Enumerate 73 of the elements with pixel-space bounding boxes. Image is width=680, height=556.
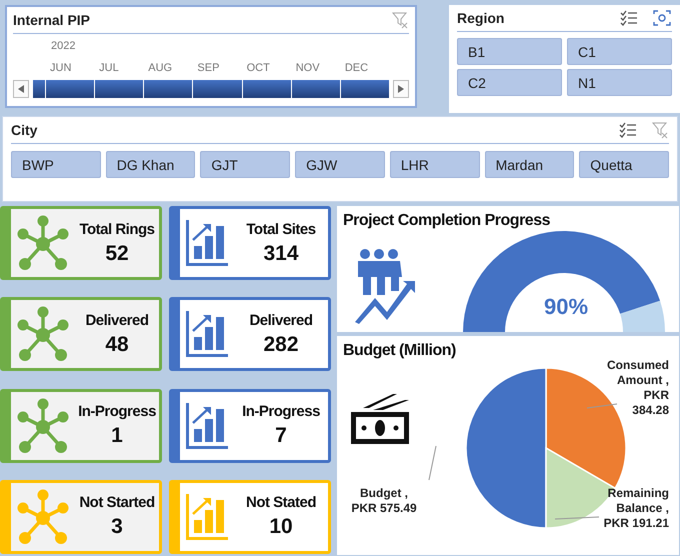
left-arrow-icon xyxy=(18,85,24,93)
scroll-right-button[interactable] xyxy=(393,80,409,98)
timeline-segment[interactable] xyxy=(46,80,94,98)
slicer-item[interactable]: GJT xyxy=(200,151,290,178)
panel-title: Region xyxy=(457,10,504,26)
slicer-item[interactable]: BWP xyxy=(11,151,101,178)
clear-filter-icon[interactable] xyxy=(391,11,409,29)
leader-line xyxy=(428,446,436,480)
kpi-label: Not Started xyxy=(79,494,155,512)
right-arrow-icon xyxy=(398,85,404,93)
kpi-value: 282 xyxy=(263,332,299,357)
growth-chart-icon xyxy=(184,309,230,360)
network-icon xyxy=(15,305,71,364)
team-growth-icon xyxy=(353,248,417,324)
clear-filter-icon[interactable] xyxy=(651,121,669,139)
kpi-label: Delivered xyxy=(249,312,313,329)
slice-label: Budget , PKR 575.49 xyxy=(350,486,418,516)
timeline-segment[interactable] xyxy=(144,80,192,98)
timeline-segment[interactable] xyxy=(242,80,291,98)
panel-title: Budget (Million) xyxy=(343,342,456,360)
month-label: DEC xyxy=(344,61,370,76)
panel-title: City xyxy=(11,122,38,138)
kpi-value: 48 xyxy=(105,332,129,357)
slicer-item[interactable]: N1 xyxy=(567,69,672,96)
month-label: JUL xyxy=(98,61,120,76)
year-label: 2022 xyxy=(51,40,76,52)
slicer-item[interactable]: C1 xyxy=(567,38,672,65)
kpi-value: 7 xyxy=(275,424,287,448)
slicer-item[interactable]: Mardan xyxy=(484,151,574,178)
slicer-item[interactable]: C2 xyxy=(457,69,562,96)
kpi-value: 52 xyxy=(105,242,129,266)
timeline-segment[interactable] xyxy=(95,80,144,98)
timeline-segment[interactable] xyxy=(193,80,242,98)
timeline-segment[interactable] xyxy=(292,80,340,98)
kpi-value: 1 xyxy=(111,424,123,448)
timeline-segment[interactable] xyxy=(340,80,389,98)
slicer-item[interactable]: B1 xyxy=(457,38,562,65)
network-icon xyxy=(15,488,71,546)
month-label: SEP xyxy=(196,61,220,76)
multi-select-icon[interactable] xyxy=(620,10,638,26)
kpi-value: 3 xyxy=(111,515,123,540)
kpi-label: Not Stated xyxy=(246,494,316,512)
scroll-left-button[interactable] xyxy=(13,80,29,98)
progress-reading: 90% xyxy=(544,294,588,320)
slicer-item[interactable]: GJW xyxy=(295,151,385,178)
leader-line xyxy=(554,516,600,520)
kpi-value: 314 xyxy=(263,242,299,266)
kpi-label: Total Sites xyxy=(246,220,316,238)
gauge-track xyxy=(620,300,665,332)
kpi-label: Delivered xyxy=(85,312,149,329)
panel-title: Project Completion Progress xyxy=(343,212,550,230)
kpi-label: In-Progress xyxy=(78,403,156,420)
network-icon xyxy=(15,214,71,272)
screenshot-icon[interactable] xyxy=(652,9,672,27)
month-label: AUG xyxy=(147,61,174,76)
month-label: JUN xyxy=(49,61,72,76)
slicer-item[interactable]: LHR xyxy=(390,151,480,178)
growth-chart-icon xyxy=(184,218,230,268)
slicer-item[interactable]: DG Khan xyxy=(106,151,196,178)
network-icon xyxy=(15,396,71,454)
multi-select-icon[interactable] xyxy=(619,122,637,138)
kpi-label: Total Rings xyxy=(79,220,155,238)
kpi-label: In-Progress xyxy=(242,403,320,420)
slicer-item[interactable]: Quetta xyxy=(579,151,669,178)
leader-line xyxy=(586,404,618,408)
growth-chart-icon xyxy=(184,492,230,542)
month-label: NOV xyxy=(294,61,321,76)
kpi-value: 10 xyxy=(269,515,293,540)
growth-chart-icon xyxy=(184,400,230,450)
slice-label: Consumed Amount , PKR 384.28 xyxy=(606,358,669,418)
slice-label: Remaining Balance , PKR 191.21 xyxy=(602,486,669,531)
month-label: OCT xyxy=(246,61,271,76)
panel-title: Internal PIP xyxy=(13,12,90,28)
